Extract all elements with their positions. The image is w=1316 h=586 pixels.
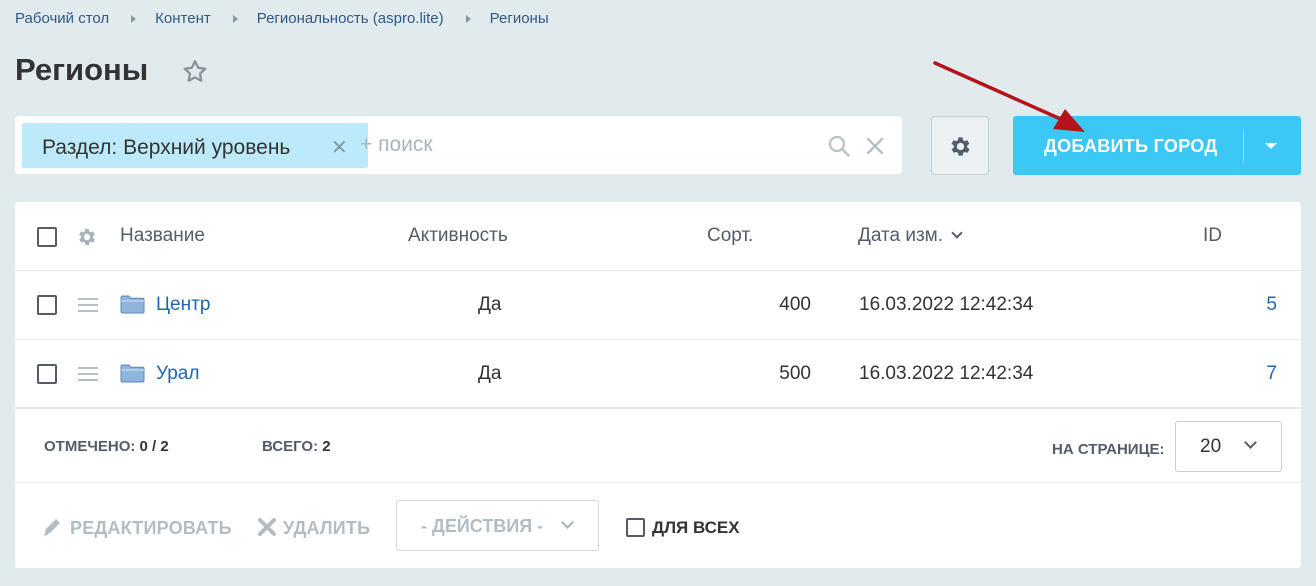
drag-handle-icon[interactable] [78,298,98,312]
table-row[interactable]: Урал Да 500 16.03.2022 12:42:34 7 [15,340,1301,409]
row-sort: 500 [779,363,811,384]
close-icon[interactable] [865,136,885,156]
breadcrumb-separator-icon [232,14,238,23]
row-name-link[interactable]: Центр [156,294,210,316]
breadcrumb-item-regionality[interactable]: Региональность (aspro.lite) [257,10,444,27]
checked-count-value: 0 / 2 [139,438,169,455]
column-header-active[interactable]: Активность [408,225,508,247]
chevron-down-icon [561,516,574,529]
delete-button[interactable]: УДАЛИТЬ [257,517,370,539]
breadcrumb-item-regions[interactable]: Регионы [490,10,549,27]
column-header-sort[interactable]: Сорт. [707,225,753,247]
edit-button-label: РЕДАКТИРОВАТЬ [70,518,232,538]
total-count-label: ВСЕГО: [262,438,319,455]
row-name-link[interactable]: Урал [156,363,199,385]
for-all-checkbox[interactable] [626,518,645,537]
settings-button[interactable] [931,116,989,175]
add-city-button[interactable]: ДОБАВИТЬ ГОРОД [1013,116,1301,175]
add-city-button-label: ДОБАВИТЬ ГОРОД [1044,136,1218,156]
filter-tag-remove-icon[interactable]: ✕ [331,135,348,160]
folder-icon [120,295,145,314]
filter-tag-label: Раздел: Верхний уровень [42,136,291,159]
row-id-link[interactable]: 7 [1215,363,1277,385]
table-header-row: Название Активность Сорт. Дата изм. ID [15,202,1301,271]
row-active: Да [478,294,502,315]
row-active: Да [478,363,502,384]
gear-icon [951,137,970,156]
page-title: Регионы [15,52,149,87]
column-header-name[interactable]: Название [120,225,205,247]
breadcrumb-separator-icon [131,14,137,23]
star-icon[interactable] [181,58,209,86]
total-count: ВСЕГО: 2 [262,438,331,455]
row-date: 16.03.2022 12:42:34 [859,294,1034,315]
actions-select-value: - ДЕЙСТВИЯ - [421,516,544,536]
delete-button-label: УДАЛИТЬ [283,518,371,538]
column-header-id[interactable]: ID [1203,225,1222,247]
checked-count: ОТМЕЧЕНО: 0 / 2 [44,438,169,455]
folder-icon [120,364,145,383]
row-sort: 400 [779,294,811,315]
row-id-link[interactable]: 5 [1215,294,1277,316]
sort-chevron-down-icon [951,227,963,239]
filter-tag[interactable]: Раздел: Верхний уровень ✕ [22,123,368,168]
group-actions-bar: РЕДАКТИРОВАТЬ УДАЛИТЬ - ДЕЙСТВИЯ - ДЛЯ В… [15,484,1301,568]
drag-handle-icon[interactable] [78,367,98,381]
breadcrumb-item-content[interactable]: Контент [155,10,211,27]
column-header-date-label: Дата изм. [858,225,944,246]
checked-count-label: ОТМЕЧЕНО: [44,438,136,455]
regions-table: Название Активность Сорт. Дата изм. ID Ц… [15,202,1301,568]
add-button-dropdown-chevron-down-icon[interactable] [1243,116,1301,175]
per-page-select[interactable]: 20 [1175,421,1282,472]
filter-search-box[interactable]: Раздел: Верхний уровень ✕ [15,116,902,174]
total-count-value: 2 [322,438,331,455]
per-page-label: НА СТРАНИЦЕ: [1052,441,1165,458]
row-date: 16.03.2022 12:42:34 [859,363,1034,384]
breadcrumb-separator-icon [465,14,471,23]
for-all-label[interactable]: ДЛЯ ВСЕХ [652,518,740,538]
select-all-checkbox[interactable] [37,227,57,247]
delete-icon [258,518,276,536]
actions-select[interactable]: - ДЕЙСТВИЯ - [396,500,599,551]
search-input[interactable] [360,126,800,164]
search-icon[interactable] [827,134,851,158]
table-footer: ОТМЕЧЕНО: 0 / 2 ВСЕГО: 2 НА СТРАНИЦЕ: 20 [15,412,1301,483]
chevron-down-icon [1244,436,1257,449]
pencil-icon [44,519,60,536]
row-checkbox[interactable] [37,364,57,384]
breadcrumb-item-desktop[interactable]: Рабочий стол [15,10,109,27]
per-page-value: 20 [1200,436,1222,457]
edit-button[interactable]: РЕДАКТИРОВАТЬ [42,517,232,539]
row-checkbox[interactable] [37,295,57,315]
breadcrumb: Рабочий стол Контент Региональность (asp… [15,10,549,27]
column-settings-gear-icon[interactable] [76,226,98,248]
table-row[interactable]: Центр Да 400 16.03.2022 12:42:34 5 [15,271,1301,340]
column-header-date[interactable]: Дата изм. [858,225,963,247]
